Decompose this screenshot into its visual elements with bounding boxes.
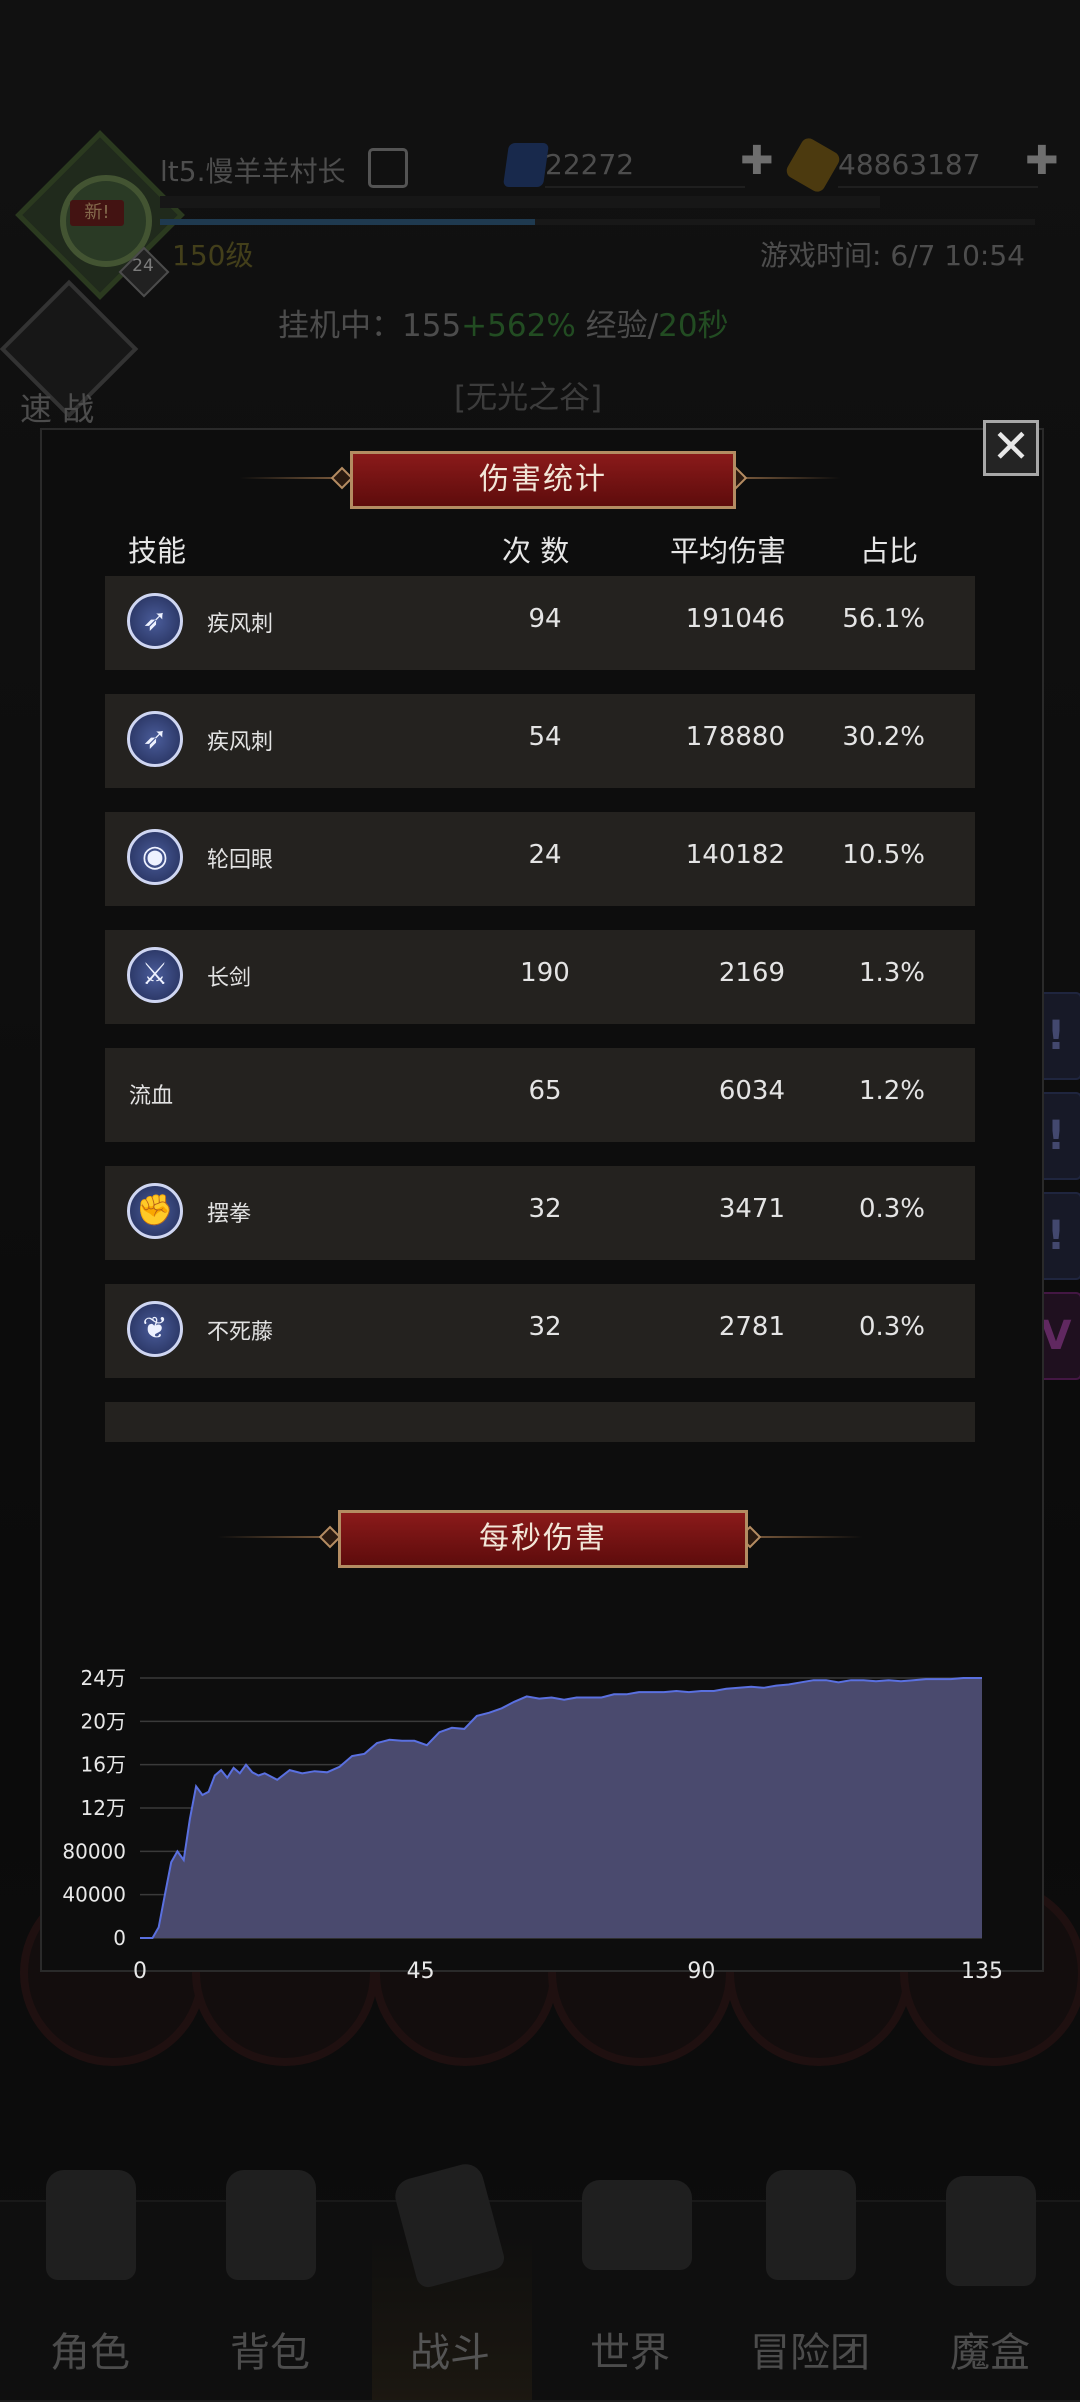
skill-ratio: 0.3% bbox=[858, 1312, 925, 1342]
x-tick-label: 90 bbox=[687, 1959, 715, 1984]
skill-name: 摆拳 bbox=[207, 1202, 252, 1227]
skill-count: 32 bbox=[528, 1194, 562, 1224]
samsara-eye-icon: ◉ bbox=[127, 829, 183, 885]
undead-vine-icon: ❦ bbox=[127, 1301, 183, 1357]
swing-fist-icon: ✊ bbox=[127, 1183, 183, 1239]
table-row: ➶ 疾风刺 94 191046 56.1% bbox=[105, 576, 975, 670]
table-row: 流血 65 6034 1.2% bbox=[105, 1048, 975, 1142]
skill-avg-damage: 178880 bbox=[685, 722, 785, 752]
skill-count: 32 bbox=[528, 1312, 562, 1342]
header-avg-damage: 平均伤害 bbox=[670, 534, 787, 568]
skill-avg-damage: 140182 bbox=[685, 840, 785, 870]
header-count: 次 数 bbox=[502, 534, 570, 568]
x-tick-label: 135 bbox=[961, 1959, 1003, 1984]
table-row: ❦ 不死藤 32 2781 0.3% bbox=[105, 1284, 975, 1378]
dps-ornament-left bbox=[218, 1536, 328, 1538]
dps-ornament-right bbox=[752, 1536, 862, 1538]
x-tick-labels: 0 45 90 135 bbox=[133, 1959, 1003, 1984]
skill-ratio: 1.2% bbox=[858, 1076, 925, 1106]
skill-name: 不死藤 bbox=[207, 1320, 274, 1345]
table-row: ✊ 摆拳 32 3471 0.3% bbox=[105, 1166, 975, 1260]
y-tick-label: 20万 bbox=[81, 1709, 126, 1733]
skill-ratio: 30.2% bbox=[842, 722, 925, 752]
y-tick-label: 0 bbox=[113, 1926, 126, 1950]
y-tick-label: 12万 bbox=[81, 1796, 126, 1820]
dps-area bbox=[140, 1678, 982, 1938]
table-row-partial bbox=[105, 1402, 975, 1442]
y-tick-labels: 0 40000 80000 12万 16万 20万 24万 bbox=[62, 1666, 126, 1950]
x-tick-label: 0 bbox=[133, 1959, 147, 1984]
y-tick-label: 40000 bbox=[62, 1883, 126, 1907]
skill-name: 疾风刺 bbox=[207, 612, 274, 637]
skill-ratio: 1.3% bbox=[858, 958, 925, 988]
skill-name: 流血 bbox=[129, 1084, 174, 1109]
header-skill: 技能 bbox=[128, 534, 187, 568]
skill-count: 65 bbox=[528, 1076, 562, 1106]
skill-avg-damage: 191046 bbox=[685, 604, 785, 634]
skill-name: 疾风刺 bbox=[207, 730, 274, 755]
long-sword-icon: ⚔ bbox=[127, 947, 183, 1003]
gale-stab-icon: ➶ bbox=[127, 711, 183, 767]
skill-ratio: 10.5% bbox=[842, 840, 925, 870]
skill-count: 94 bbox=[528, 604, 562, 634]
skill-ratio: 0.3% bbox=[858, 1194, 925, 1224]
skill-count: 54 bbox=[528, 722, 562, 752]
dialog-title: 伤害统计 bbox=[350, 451, 736, 509]
skill-avg-damage: 3471 bbox=[718, 1194, 785, 1224]
x-tick-label: 45 bbox=[407, 1959, 435, 1984]
table-row: ◉ 轮回眼 24 140182 10.5% bbox=[105, 812, 975, 906]
skill-name: 长剑 bbox=[207, 966, 252, 991]
close-button[interactable]: ✕ bbox=[983, 420, 1039, 476]
table-row: ➶ 疾风刺 54 178880 30.2% bbox=[105, 694, 975, 788]
title-ornament-left bbox=[240, 477, 340, 479]
y-tick-label: 16万 bbox=[81, 1753, 126, 1777]
gale-stab-icon: ➶ bbox=[127, 593, 183, 649]
header-ratio: 占比 bbox=[860, 534, 919, 568]
skill-count: 24 bbox=[528, 840, 562, 870]
y-tick-label: 24万 bbox=[81, 1666, 126, 1690]
skill-count: 190 bbox=[520, 958, 570, 988]
y-tick-label: 80000 bbox=[62, 1839, 126, 1863]
skill-ratio: 56.1% bbox=[842, 604, 925, 634]
dps-chart: 0 40000 80000 12万 16万 20万 24万 0 45 90 135 bbox=[62, 1666, 1003, 1984]
skill-name: 轮回眼 bbox=[207, 848, 274, 873]
skill-avg-damage: 2169 bbox=[718, 958, 785, 988]
title-ornament-right bbox=[740, 477, 840, 479]
skill-avg-damage: 6034 bbox=[718, 1076, 785, 1106]
skill-avg-damage: 2781 bbox=[718, 1312, 785, 1342]
close-icon: ✕ bbox=[991, 419, 1031, 473]
table-row: ⚔ 长剑 190 2169 1.3% bbox=[105, 930, 975, 1024]
dps-title: 每秒伤害 bbox=[338, 1510, 748, 1568]
